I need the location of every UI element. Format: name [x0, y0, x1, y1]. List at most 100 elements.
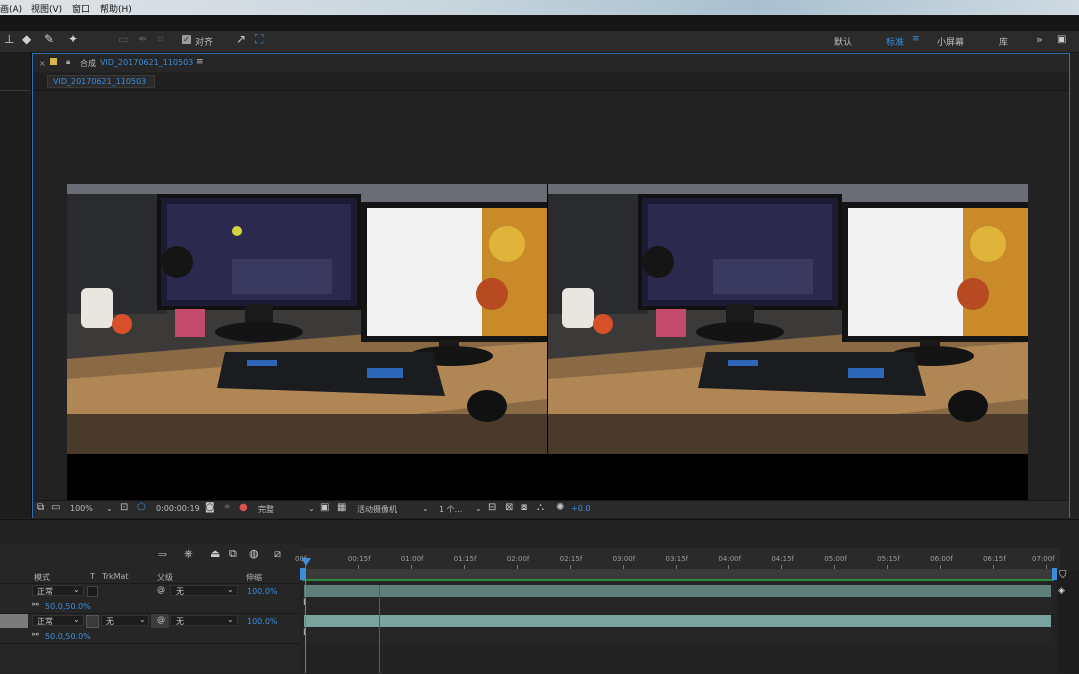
keyframe-nav-icon[interactable]: ◈ [1058, 586, 1065, 596]
puppet-pin-tool-icon[interactable]: ✦ [68, 32, 78, 46]
menu-item-view[interactable]: 视图(V) [31, 2, 62, 15]
layer-2-mode: 正常 [37, 617, 53, 626]
graph-editor-icon[interactable]: ◍ [249, 547, 259, 560]
ruler-label: 04:15f [771, 555, 794, 563]
lock-icon[interactable]: 🔒︎ [66, 57, 70, 67]
comp-marker-bin-icon[interactable]: ⛉ [1059, 570, 1067, 581]
layer-2-trkmat-chevron-icon: ⌄ [139, 615, 146, 624]
layer-1-parent: 无 [176, 587, 184, 596]
camera-select[interactable]: 活动摄像机 [357, 504, 397, 515]
menu-item-help[interactable]: 帮助(H) [100, 2, 132, 15]
comp-tab-row [33, 73, 1069, 91]
column-stretch: 伸缩 [246, 573, 262, 582]
menu-item-window[interactable]: 窗口 [72, 2, 90, 15]
exposure-value[interactable]: +0.0 [571, 504, 590, 513]
ruler-label: 03:00f [612, 555, 636, 563]
mask-visibility-icon[interactable]: ⬠ [137, 502, 146, 513]
video-left-half [67, 184, 547, 454]
shy-layers-icon[interactable]: ⎈ [184, 547, 193, 561]
workspace-default[interactable]: 默认 [834, 35, 852, 48]
resolution-select[interactable]: 完整 [258, 504, 274, 515]
red-time-marker [379, 585, 380, 673]
layer-2-mode-chevron-icon: ⌄ [73, 615, 80, 624]
eraser-tool-icon[interactable]: ◆ [22, 32, 31, 46]
monitor-icon[interactable]: ▭ [51, 502, 60, 513]
region-of-interest-icon[interactable]: ▣ [320, 502, 329, 513]
comp-header-name[interactable]: VID_20170621_110503 [100, 58, 193, 67]
workspace-menu-icon[interactable]: ≡ [912, 34, 920, 44]
text-tool-icon[interactable]: ⌗ [157, 32, 164, 46]
snap-checkbox[interactable]: ✓ [182, 35, 191, 44]
menu-item-animation[interactable]: 画(A) [0, 2, 22, 15]
pen-tool-icon[interactable]: ✒ [138, 32, 148, 46]
workspace-standard[interactable]: 标准 [886, 35, 904, 48]
snap-target-icon[interactable]: ⛶ [255, 32, 263, 46]
layer-2-stretch[interactable]: 100.0% [247, 617, 278, 626]
layer-2-selection-highlight [0, 614, 28, 628]
toggle-pixel-aspect-icon[interactable]: ⊟ [488, 502, 496, 513]
layer-2-duration-bar[interactable] [304, 615, 1051, 627]
view-layout-chevron-icon[interactable]: ⌄ [475, 504, 482, 513]
search-help-icon[interactable]: ▣ [1057, 33, 1066, 47]
row-divider [0, 583, 300, 584]
reset-exposure-icon[interactable]: ✺ [556, 502, 564, 513]
close-panel-icon[interactable]: × [39, 59, 46, 68]
roto-brush-tool-icon[interactable]: ✎ [44, 32, 54, 46]
layer-2-scale[interactable]: 50.0,50.0% [45, 632, 91, 641]
layer-1-parent-pickwhip-icon[interactable]: @ [157, 585, 165, 594]
zoom-dropdown-chevron-icon[interactable]: ⌄ [106, 504, 113, 513]
zoom-select[interactable]: 100% [70, 504, 93, 513]
comp-tab[interactable]: VID_20170621_110503 [47, 75, 155, 88]
ruler-label: 01:15f [453, 555, 477, 563]
ruler-label: 06:00f [930, 555, 953, 563]
motion-blur-icon[interactable]: ⧉ [229, 547, 237, 561]
show-snapshot-icon[interactable]: ⚭ [223, 502, 231, 513]
project-panel-edge [0, 53, 32, 518]
layer-1-stretch[interactable]: 100.0% [247, 587, 278, 596]
flowchart-icon[interactable]: ⛬ [537, 502, 544, 513]
layer-2-trkmat: 无 [106, 617, 114, 626]
current-time-indicator-line[interactable] [305, 570, 306, 673]
snap-option-icon[interactable]: ↗ [236, 32, 246, 46]
shape-tool-icon[interactable]: ▭ [118, 32, 129, 46]
layer-2-scale-link-icon[interactable]: ⚯ [32, 630, 39, 639]
color-channels-icon[interactable]: ● [239, 502, 248, 513]
work-area-bar[interactable] [302, 569, 1054, 581]
view-layout-select[interactable]: 1 个... [439, 504, 462, 515]
layer-1-scale-link-icon[interactable]: ⚯ [32, 600, 39, 609]
title-strip [0, 15, 1079, 31]
layer-2-preserve-transparency[interactable] [86, 615, 99, 628]
menu-bar: 画(A) 视图(V) 窗口 帮助(H) [0, 0, 1079, 15]
layer-1-parent-chevron-icon: ⌄ [227, 585, 234, 594]
layer-2-parent-chevron-icon: ⌄ [227, 615, 234, 624]
current-time[interactable]: 0:00:00:19 [156, 504, 200, 513]
layer-1-scale[interactable]: 50.0,50.0% [45, 602, 91, 611]
more-workspaces-icon[interactable]: » [1036, 33, 1043, 46]
snapshot-camera-icon[interactable]: ◙ [205, 502, 215, 513]
comp-flowchart-icon[interactable]: ⧄ [274, 547, 281, 561]
ruler-label: 06:15f [983, 555, 1006, 563]
stamp-tool-icon[interactable]: ⊥ [4, 32, 14, 46]
draft-3d-icon[interactable]: ⥰ [158, 547, 167, 561]
ruler-label: 02:15f [559, 555, 583, 563]
column-t: T [90, 572, 95, 581]
workspace-library[interactable]: 库 [999, 35, 1008, 48]
video-frame[interactable] [67, 184, 1028, 500]
workspace-small-screen[interactable]: 小屏幕 [937, 35, 964, 48]
always-preview-icon[interactable]: ⧉ [37, 502, 44, 513]
panel-menu-icon[interactable]: ≡ [196, 57, 204, 67]
layer-1-preserve-transparency[interactable] [87, 586, 98, 597]
transparency-grid-icon[interactable]: ▦ [337, 502, 346, 513]
safe-zones-icon[interactable]: ⊡ [120, 502, 128, 513]
layer-1-duration-bar[interactable] [304, 585, 1051, 597]
layer-2-parent-pickwhip-icon[interactable]: @ [157, 615, 165, 624]
frame-blending-icon[interactable]: ⏏ [210, 547, 220, 560]
timeline-icon[interactable]: ⧇ [521, 502, 527, 513]
fast-preview-icon[interactable]: ⊠ [505, 502, 513, 513]
ruler-label: 05:00f [824, 555, 847, 563]
resolution-chevron-icon[interactable]: ⌄ [308, 504, 315, 513]
camera-chevron-icon[interactable]: ⌄ [422, 504, 429, 513]
layer-1-mode: 正常 [37, 587, 53, 596]
row-divider [0, 613, 300, 614]
current-time-indicator-head[interactable] [301, 558, 311, 566]
